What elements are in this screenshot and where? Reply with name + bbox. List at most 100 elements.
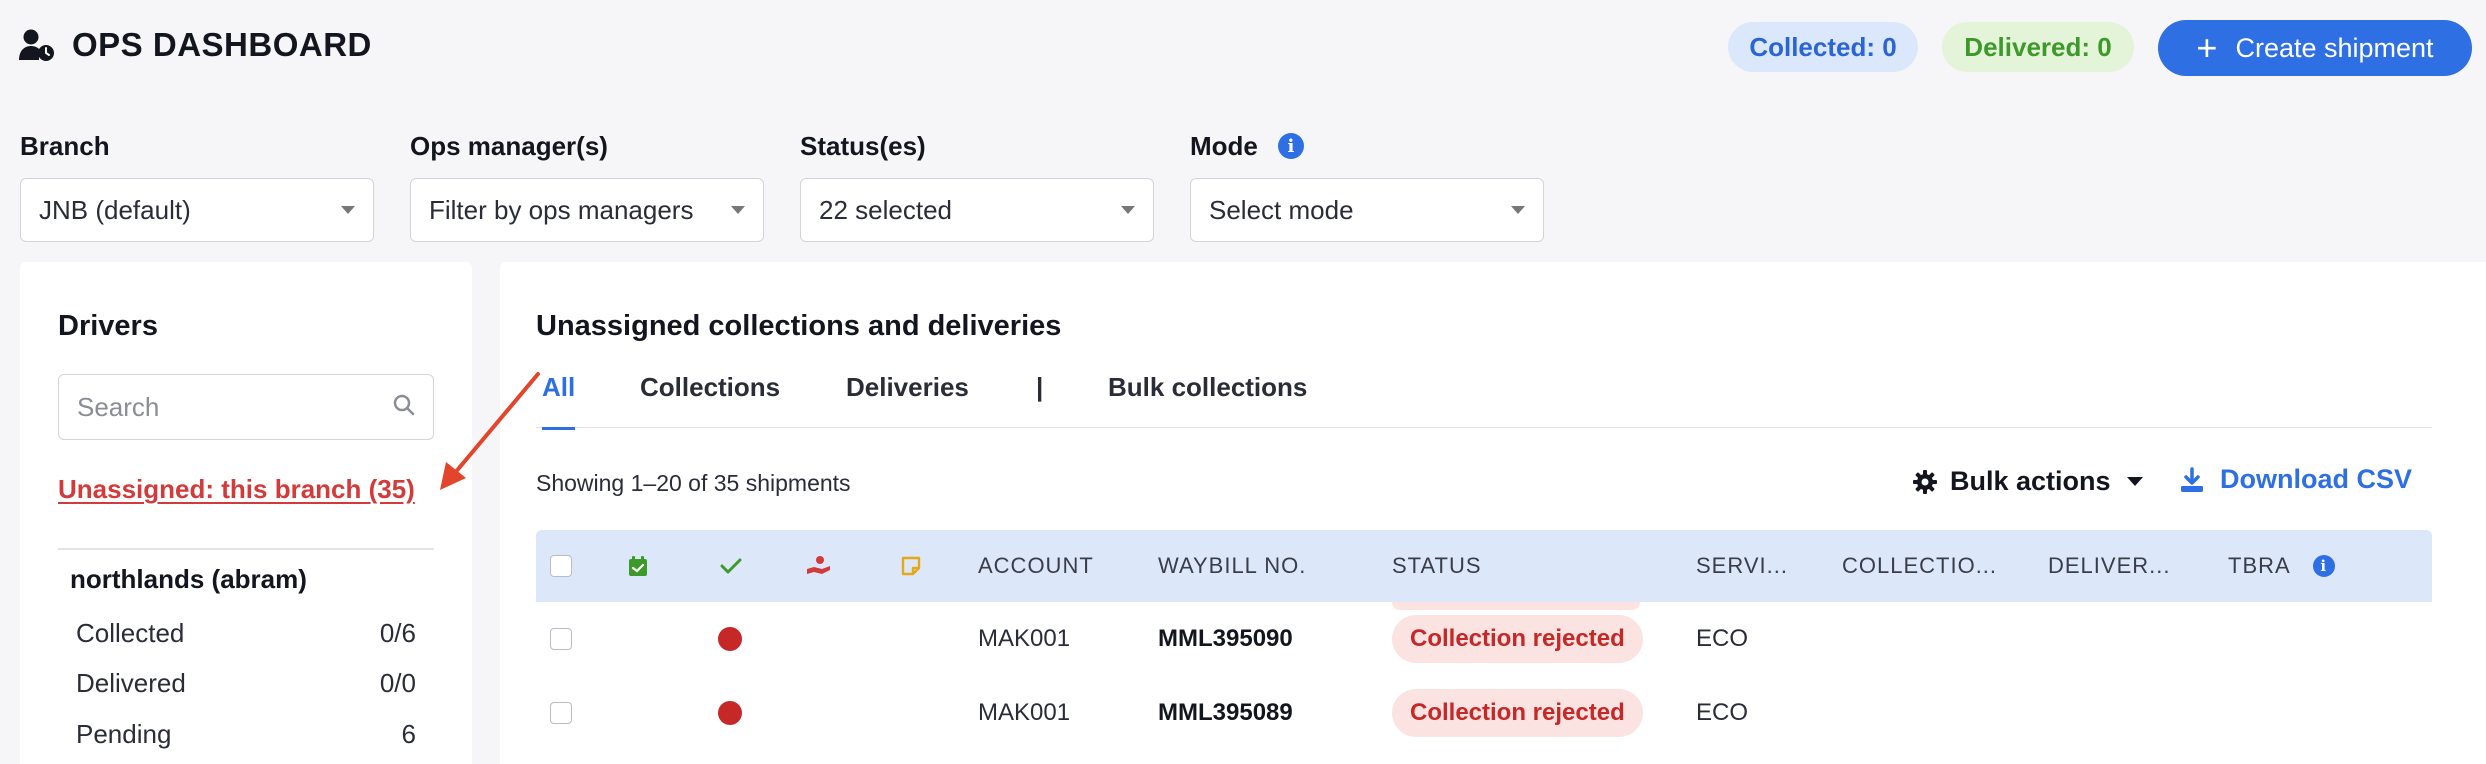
tab-collections[interactable]: Collections — [640, 366, 780, 428]
select-all-checkbox-cell — [550, 530, 572, 602]
status-dot-cell — [718, 602, 742, 676]
status-cell: Collection rejected — [1392, 676, 1643, 750]
statuses-select[interactable]: 22 selected — [800, 178, 1154, 242]
column-header-collection[interactable]: COLLECTIO... — [1842, 530, 1997, 602]
red-status-dot-icon — [718, 701, 742, 725]
tab-separator: | — [1036, 372, 1044, 402]
collected-count-badge: Collected: 0 — [1728, 22, 1918, 72]
column-header-status[interactable]: STATUS — [1392, 530, 1482, 602]
stat-label: Delivered — [76, 668, 186, 698]
shipments-table: ACCOUNT WAYBILL NO. STATUS SERVI... COLL… — [536, 530, 2432, 750]
driver-stat-delivered: Delivered 0/0 — [76, 668, 416, 699]
column-header-waybill[interactable]: WAYBILL NO. — [1158, 530, 1306, 602]
branch-select-value: JNB (default) — [39, 194, 191, 225]
page-title: OPS DASHBOARD — [72, 26, 372, 63]
info-icon[interactable]: i — [2312, 555, 2335, 577]
plus-icon: + — [2196, 27, 2218, 68]
mode-select[interactable]: Select mode — [1190, 178, 1544, 242]
stat-value: 6 — [401, 719, 416, 749]
branch-select[interactable]: JNB (default) — [20, 178, 374, 242]
note-icon — [900, 530, 922, 602]
statuses-filter: Status(es) 22 selected — [800, 128, 1154, 242]
bulk-actions-label: Bulk actions — [1950, 466, 2111, 496]
account-cell: MAK001 — [978, 699, 1071, 726]
create-shipment-button[interactable]: + Create shipment — [2158, 20, 2472, 76]
tab-bulk-collections[interactable]: Bulk collections — [1108, 366, 1307, 428]
chevron-down-icon — [341, 206, 355, 214]
checkmark-icon — [720, 530, 742, 602]
title-group: OPS DASHBOARD — [18, 26, 372, 64]
divider — [58, 548, 434, 550]
calendar-check-icon — [628, 530, 648, 602]
service-cell: ECO — [1696, 699, 1749, 726]
hand-money-icon — [806, 530, 832, 602]
mode-label: Mode — [1190, 130, 1258, 161]
driver-search-box — [58, 374, 434, 440]
column-header-delivery[interactable]: DELIVER... — [2048, 530, 2170, 602]
download-icon — [2180, 466, 2204, 493]
row-checkbox-cell — [550, 602, 572, 676]
chevron-down-icon — [1511, 206, 1525, 214]
ops-managers-select[interactable]: Filter by ops managers — [410, 178, 764, 242]
top-header: OPS DASHBOARD Collected: 0 Delivered: 0 … — [0, 0, 2486, 96]
service-cell: ECO — [1696, 625, 1749, 652]
branch-filter: Branch JNB (default) — [20, 128, 374, 242]
download-csv-button[interactable]: Download CSV — [2180, 464, 2412, 495]
info-icon[interactable]: i — [1277, 133, 1304, 159]
driver-name[interactable]: northlands (abram) — [70, 564, 307, 595]
column-header-tbra: TBRA i — [2228, 530, 2335, 602]
drivers-panel: Drivers Unassigned: this branch (35) nor… — [20, 262, 472, 764]
ops-managers-label: Ops manager(s) — [410, 130, 608, 161]
table-row[interactable]: MAK001 MML395090 Collection rejected ECO — [536, 602, 2432, 676]
caret-down-icon — [2126, 477, 2143, 486]
row-checkbox-cell — [550, 676, 572, 750]
shipments-panel: Unassigned collections and deliveries Al… — [500, 262, 2486, 764]
user-clock-icon — [18, 26, 56, 64]
waybill-cell[interactable]: MML395089 — [1158, 676, 1293, 750]
tab-all[interactable]: All — [542, 366, 576, 430]
account-cell: MAK001 — [978, 625, 1071, 652]
branch-label: Branch — [20, 130, 110, 161]
column-header-service[interactable]: SERVI... — [1696, 530, 1788, 602]
statuses-select-value: 22 selected — [819, 194, 952, 225]
bulk-actions-button[interactable]: Bulk actions — [1912, 466, 2143, 497]
pagination-summary: Showing 1–20 of 35 shipments — [536, 470, 851, 496]
chevron-down-icon — [1121, 206, 1135, 214]
row-checkbox[interactable] — [550, 702, 572, 724]
gear-icon — [1912, 469, 1938, 495]
status-dot-cell — [718, 676, 742, 750]
row-checkbox[interactable] — [550, 628, 572, 650]
mode-filter: Mode i Select mode — [1190, 128, 1544, 242]
driver-search-input[interactable] — [77, 391, 377, 423]
table-row[interactable]: MAK001 MML395089 Collection rejected ECO — [536, 676, 2432, 750]
search-icon[interactable] — [393, 394, 415, 421]
driver-stat-collected: Collected 0/6 — [76, 618, 416, 649]
status-badge: Collection rejected — [1392, 689, 1643, 737]
download-csv-label: Download CSV — [2220, 464, 2413, 494]
mode-label-group: Mode i — [1190, 128, 1544, 164]
tab-deliveries[interactable]: Deliveries — [846, 366, 969, 428]
status-badge: Collection rejected — [1392, 615, 1643, 663]
mode-select-value: Select mode — [1209, 194, 1354, 225]
statuses-label: Status(es) — [800, 130, 926, 161]
column-header-account[interactable]: ACCOUNT — [978, 530, 1094, 602]
driver-stat-pending: Pending 6 — [76, 719, 416, 750]
ops-managers-filter: Ops manager(s) Filter by ops managers — [410, 128, 764, 242]
create-shipment-label: Create shipment — [2235, 32, 2434, 63]
drivers-title: Drivers — [58, 310, 158, 342]
delivered-count-badge: Delivered: 0 — [1942, 22, 2134, 72]
tbra-label[interactable]: TBRA — [2228, 553, 2291, 579]
select-all-checkbox[interactable] — [550, 555, 572, 577]
stat-value: 0/6 — [379, 618, 416, 648]
unassigned-branch-link[interactable]: Unassigned: this branch (35) — [58, 474, 415, 505]
chevron-down-icon — [731, 206, 745, 214]
waybill-cell[interactable]: MML395090 — [1158, 602, 1293, 676]
stat-label: Collected — [76, 618, 185, 648]
table-header: ACCOUNT WAYBILL NO. STATUS SERVI... COLL… — [536, 530, 2432, 610]
stat-value: 0/0 — [379, 668, 416, 698]
stat-label: Pending — [76, 719, 172, 749]
shipments-title: Unassigned collections and deliveries — [536, 310, 1062, 342]
ops-managers-select-value: Filter by ops managers — [429, 194, 694, 225]
shipment-tabs: All Collections Deliveries | Bulk collec… — [536, 366, 2432, 430]
red-status-dot-icon — [718, 627, 742, 651]
